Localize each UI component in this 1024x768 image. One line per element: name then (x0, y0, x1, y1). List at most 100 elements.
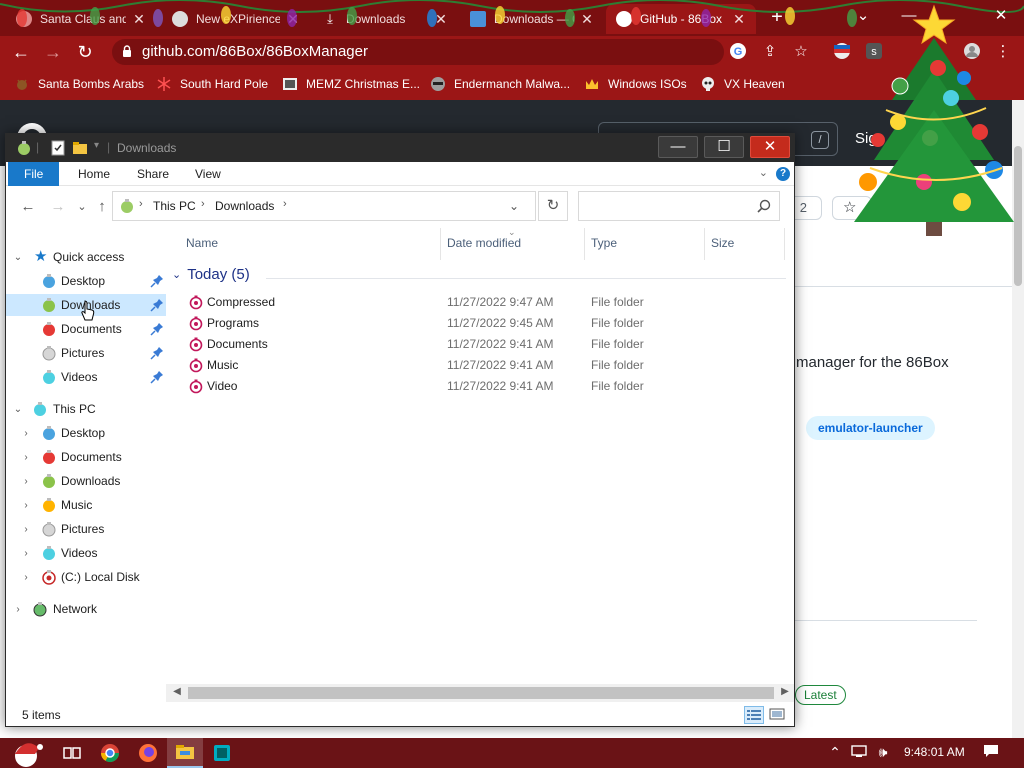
browser-tab-github[interactable]: GitHub - 86Box ✕ (606, 4, 756, 34)
properties-icon[interactable] (50, 140, 66, 156)
explorer-address-field[interactable]: › This PC › Downloads › ⌄ (112, 191, 536, 221)
tab-close-icon[interactable]: ✕ (132, 11, 146, 28)
file-row[interactable]: Compressed 11/27/2022 9:47 AM File folde… (166, 292, 794, 313)
explorer-title-bar[interactable]: | ▾ | Downloads — ☐ ✕ (6, 134, 794, 162)
help-icon[interactable]: ? (776, 167, 790, 181)
breadcrumb-chevron-icon[interactable]: › (201, 198, 205, 210)
browser-tab-downloads[interactable]: ⤓ Downloads ✕ (312, 4, 458, 34)
expand-chevron-icon[interactable]: ⌄ (12, 404, 24, 415)
tab-close-icon[interactable]: ✕ (580, 11, 594, 28)
volume-tray-icon[interactable]: 🕪 (874, 744, 892, 761)
bookmark-vx-heaven[interactable]: VX Heaven (700, 76, 785, 92)
address-bar[interactable]: github.com/86Box/86BoxManager (112, 39, 724, 65)
nav-quick-videos[interactable]: Videos (6, 366, 166, 388)
nav-quick-access[interactable]: ⌄ ★ Quick access (6, 246, 166, 268)
nav-pc-local-disk[interactable]: › (C:) Local Disk (6, 566, 166, 588)
address-dropdown-chevron-icon[interactable]: ⌄ (509, 199, 527, 213)
nav-pc-pictures[interactable]: › Pictures (6, 518, 166, 540)
file-row[interactable]: Music 11/27/2022 9:41 AM File folder (166, 355, 794, 376)
network-tray-icon[interactable] (850, 744, 868, 761)
pin-icon[interactable] (150, 322, 164, 336)
details-view-icon[interactable] (744, 706, 764, 724)
collapse-chevron-icon[interactable]: › (20, 452, 32, 463)
browser-tab-santa[interactable]: Santa Claus and ✕ (6, 4, 156, 34)
ribbon-tab-view[interactable]: View (181, 162, 235, 186)
nav-pc-music[interactable]: › Music (6, 494, 166, 516)
column-separator[interactable] (784, 228, 785, 260)
group-collapse-chevron-icon[interactable]: ⌄ (172, 268, 181, 281)
collapse-chevron-icon[interactable]: › (20, 476, 32, 487)
browser-tab-new-experience[interactable]: New eXPirience ✕ (162, 4, 310, 34)
collapse-chevron-icon[interactable]: › (20, 500, 32, 511)
column-header-size[interactable]: Size (711, 236, 734, 250)
bookmark-santa-bombs[interactable]: Santa Bombs Arabs (14, 76, 144, 92)
tray-overflow-chevron-icon[interactable]: ⌃ (826, 744, 844, 761)
app-taskbar-icon[interactable] (204, 738, 240, 768)
breadcrumb-downloads[interactable]: Downloads (215, 199, 274, 213)
scrollbar-thumb[interactable] (188, 687, 774, 699)
column-header-date-modified[interactable]: Date modified (447, 236, 521, 250)
collapse-chevron-icon[interactable]: › (20, 428, 32, 439)
explorer-minimize-button[interactable]: — (658, 136, 698, 158)
back-arrow-icon[interactable]: ← (18, 197, 38, 217)
tab-close-icon[interactable]: ✕ (286, 11, 300, 28)
breadcrumb-this-pc[interactable]: This PC (153, 199, 196, 213)
pin-icon[interactable] (150, 298, 164, 312)
task-view-icon[interactable] (54, 738, 90, 768)
nav-pc-documents[interactable]: › Documents (6, 446, 166, 468)
recent-locations-chevron-icon[interactable]: ⌄ (72, 197, 92, 217)
column-separator[interactable] (440, 228, 441, 260)
back-arrow-icon[interactable]: ← (10, 41, 32, 63)
tab-close-icon[interactable]: ✕ (434, 11, 448, 28)
column-separator[interactable] (584, 228, 585, 260)
up-arrow-icon[interactable]: ↑ (92, 197, 112, 217)
refresh-icon[interactable]: ↻ (538, 191, 568, 221)
collapse-chevron-icon[interactable]: › (12, 604, 24, 615)
firefox-taskbar-icon[interactable] (130, 738, 166, 768)
nav-pc-videos[interactable]: › Videos (6, 542, 166, 564)
ribbon-tab-share[interactable]: Share (123, 162, 183, 186)
collapse-chevron-icon[interactable]: › (20, 572, 32, 583)
file-row[interactable]: Documents 11/27/2022 9:41 AM File folder (166, 334, 794, 355)
column-separator[interactable] (704, 228, 705, 260)
nav-this-pc[interactable]: ⌄ This PC (6, 398, 166, 420)
nav-quick-desktop[interactable]: Desktop (6, 270, 166, 292)
chrome-taskbar-icon[interactable] (92, 738, 128, 768)
ribbon-expand-chevron-icon[interactable]: ⌄ (759, 166, 768, 179)
reload-icon[interactable]: ↻ (74, 41, 96, 63)
bookmark-star-icon[interactable]: ☆ (791, 42, 811, 62)
explorer-search-input[interactable] (578, 191, 780, 221)
pin-icon[interactable] (150, 274, 164, 288)
nav-quick-pictures[interactable]: Pictures (6, 342, 166, 364)
forward-arrow-icon[interactable]: → (42, 41, 64, 63)
tab-close-icon[interactable]: ✕ (732, 11, 746, 28)
start-button[interactable] (4, 738, 48, 768)
bookmark-memz-christmas[interactable]: MEMZ Christmas E... (282, 76, 420, 92)
browser-tab-downloads-c[interactable]: Downloads — C ✕ (460, 4, 604, 34)
new-folder-icon[interactable] (72, 140, 88, 156)
horizontal-scrollbar[interactable]: ◀ ▶ (166, 684, 794, 702)
file-row[interactable]: Video 11/27/2022 9:41 AM File folder (166, 376, 794, 397)
ribbon-tab-file[interactable]: File (8, 162, 60, 186)
breadcrumb-chevron-icon[interactable]: › (283, 198, 287, 210)
scroll-right-arrow-icon[interactable]: ▶ (778, 686, 792, 697)
breadcrumb-chevron-icon[interactable]: › (139, 198, 143, 210)
explorer-maximize-button[interactable]: ☐ (704, 136, 744, 158)
column-header-name[interactable]: Name (186, 236, 218, 250)
forward-arrow-icon[interactable]: → (48, 197, 68, 217)
group-header-today[interactable]: ⌄ Today (5) (172, 266, 250, 283)
file-explorer-taskbar-icon[interactable] (167, 738, 203, 768)
bookmark-windows-isos[interactable]: Windows ISOs (584, 76, 687, 92)
action-center-icon[interactable] (982, 744, 1000, 761)
ribbon-tab-home[interactable]: Home (64, 162, 124, 186)
bookmark-south-hard-pole[interactable]: South Hard Pole (156, 76, 268, 92)
pin-icon[interactable] (150, 346, 164, 360)
expand-chevron-icon[interactable]: ⌄ (12, 252, 24, 263)
google-icon[interactable]: G (728, 42, 748, 62)
bookmark-endermanch-malware[interactable]: Endermanch Malwa... (430, 76, 570, 92)
taskbar-clock[interactable]: 9:48:01 AM (904, 745, 965, 759)
nav-pc-downloads[interactable]: › Downloads (6, 470, 166, 492)
nav-pc-desktop[interactable]: › Desktop (6, 422, 166, 444)
nav-network[interactable]: › Network (6, 598, 166, 620)
file-row[interactable]: Programs 11/27/2022 9:45 AM File folder (166, 313, 794, 334)
